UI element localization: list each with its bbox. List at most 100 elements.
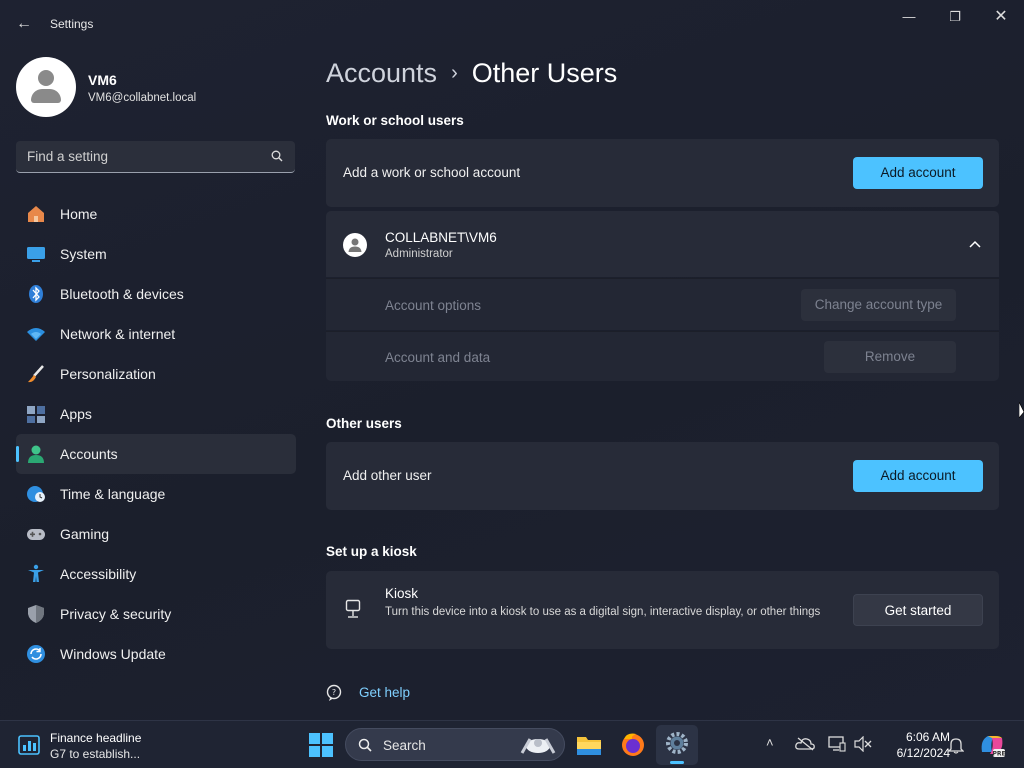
- maximize-button[interactable]: ❐: [932, 6, 978, 28]
- firefox-icon[interactable]: [617, 729, 649, 761]
- globe-clock-icon: [27, 486, 45, 502]
- sidebar-item-apps[interactable]: Apps: [16, 394, 296, 434]
- news-subtitle: G7 to establish...: [50, 747, 141, 761]
- taskbar-search-placeholder: Search: [383, 738, 426, 753]
- news-widget[interactable]: Finance headline G7 to establish...: [18, 731, 188, 761]
- profile-name: VM6: [88, 72, 117, 88]
- page-title: Other Users: [471, 58, 618, 88]
- breadcrumb: Accounts › Other Users: [326, 58, 617, 89]
- add-work-account-button[interactable]: Add account: [853, 157, 983, 189]
- settings-search-input[interactable]: Find a setting: [16, 141, 295, 173]
- svg-text:?: ?: [332, 688, 336, 697]
- window-title: Settings: [50, 17, 94, 31]
- sidebar-item-label: Personalization: [60, 366, 156, 382]
- gamepad-icon: [27, 529, 45, 540]
- sidebar-item-network[interactable]: Network & internet: [16, 314, 296, 354]
- get-help-label: Get help: [359, 685, 411, 700]
- add-other-account-button[interactable]: Add account: [853, 460, 983, 492]
- settings-gear-icon: [666, 732, 688, 754]
- add-work-school-card: Add a work or school account Add account: [326, 139, 999, 207]
- section-heading-other-users: Other users: [326, 416, 402, 431]
- sidebar-item-accounts[interactable]: Accounts: [16, 434, 296, 474]
- sidebar-item-gaming[interactable]: Gaming: [16, 514, 296, 554]
- sidebar-item-label: System: [60, 246, 107, 262]
- news-title: Finance headline: [50, 731, 142, 745]
- account-expander-header[interactable]: COLLABNET\VM6 Administrator: [326, 211, 999, 277]
- remove-account-button[interactable]: Remove: [824, 341, 956, 373]
- kiosk-icon: [345, 599, 361, 618]
- volume-muted-icon[interactable]: [854, 736, 872, 752]
- active-indicator: [16, 446, 19, 462]
- search-placeholder: Find a setting: [27, 149, 109, 164]
- taskbar-clock[interactable]: 6:06 AM 6/12/2024: [880, 729, 950, 761]
- search-highlight-icon: [520, 738, 556, 754]
- help-chat-icon: ?: [326, 684, 342, 701]
- user-avatar-icon: [343, 233, 367, 257]
- chevron-up-icon[interactable]: [969, 240, 981, 248]
- account-name: COLLABNET\VM6: [385, 230, 497, 245]
- sidebar-item-label: Windows Update: [60, 646, 166, 662]
- sidebar-item-label: Time & language: [60, 486, 166, 502]
- sidebar-item-personalization[interactable]: Personalization: [16, 354, 296, 394]
- finance-chart-icon: [18, 735, 40, 755]
- sidebar-item-label: Home: [60, 206, 98, 222]
- search-icon: [358, 738, 372, 752]
- start-button-icon[interactable]: [305, 729, 337, 761]
- svg-text:PRE: PRE: [992, 751, 1005, 758]
- cloud-offline-icon[interactable]: [795, 737, 815, 751]
- sidebar-item-label: Bluetooth & devices: [60, 286, 184, 302]
- sidebar-item-system[interactable]: System: [16, 234, 296, 274]
- user-profile: VM6 VM6@collabnet.local: [16, 57, 296, 117]
- sidebar-item-home[interactable]: Home: [16, 194, 296, 234]
- shield-icon: [28, 605, 44, 623]
- sidebar-item-time-language[interactable]: Time & language: [16, 474, 296, 514]
- brush-icon: [28, 365, 44, 383]
- sidebar-item-windows-update[interactable]: Windows Update: [16, 634, 296, 674]
- add-other-user-text: Add other user: [343, 468, 432, 483]
- back-arrow-icon[interactable]: ←: [14, 14, 34, 34]
- breadcrumb-separator: ›: [451, 62, 458, 84]
- settings-window: ← Settings — ❐ ✕ VM6 VM6@collabnet.local…: [0, 0, 1024, 720]
- copilot-icon[interactable]: PRE: [978, 732, 1006, 758]
- clock-date: 6/12/2024: [896, 746, 950, 760]
- account-role: Administrator: [385, 248, 453, 260]
- wifi-icon: [27, 328, 45, 341]
- active-app-indicator: [670, 761, 684, 764]
- kiosk-get-started-button[interactable]: Get started: [853, 594, 983, 626]
- change-account-type-button[interactable]: Change account type: [801, 289, 956, 321]
- sidebar-nav: Home System Bluetooth & devices Network …: [16, 194, 296, 674]
- file-explorer-icon[interactable]: [573, 729, 605, 761]
- section-heading-kiosk: Set up a kiosk: [326, 544, 417, 559]
- accounts-icon: [28, 445, 44, 463]
- sidebar-item-accessibility[interactable]: Accessibility: [16, 554, 296, 594]
- sidebar-item-label: Network & internet: [60, 326, 176, 342]
- account-data-label: Account and data: [385, 350, 491, 365]
- breadcrumb-parent[interactable]: Accounts: [326, 58, 437, 88]
- apps-icon: [27, 406, 45, 423]
- notification-bell-icon[interactable]: [948, 736, 964, 754]
- network-display-icon[interactable]: [828, 736, 846, 752]
- close-button[interactable]: ✕: [978, 6, 1024, 28]
- account-options-label: Account options: [385, 298, 482, 313]
- kiosk-description: Turn this device into a kiosk to use as …: [385, 606, 821, 618]
- taskbar-search-input[interactable]: Search: [345, 728, 565, 761]
- kiosk-title: Kiosk: [385, 586, 419, 601]
- settings-taskbar-button[interactable]: [656, 725, 698, 765]
- taskbar: Finance headline G7 to establish... Sear…: [0, 720, 1024, 768]
- sidebar-item-privacy[interactable]: Privacy & security: [16, 594, 296, 634]
- add-work-school-text: Add a work or school account: [343, 165, 521, 180]
- chevron-up-tray-icon[interactable]: ˄: [766, 735, 774, 750]
- sidebar-item-label: Gaming: [60, 526, 110, 542]
- account-options-row: Account options Change account type: [326, 278, 999, 330]
- account-data-row: Account and data Remove: [326, 331, 999, 381]
- update-icon: [27, 645, 45, 663]
- clock-time: 6:06 AM: [905, 730, 950, 744]
- profile-email: VM6@collabnet.local: [88, 92, 197, 104]
- sidebar-item-label: Apps: [60, 406, 92, 422]
- title-bar: ← Settings — ❐ ✕: [0, 0, 1024, 48]
- avatar: [16, 57, 76, 117]
- minimize-button[interactable]: —: [886, 6, 932, 28]
- accessibility-icon: [28, 564, 44, 582]
- sidebar-item-bluetooth[interactable]: Bluetooth & devices: [16, 274, 296, 314]
- home-icon: [28, 206, 44, 222]
